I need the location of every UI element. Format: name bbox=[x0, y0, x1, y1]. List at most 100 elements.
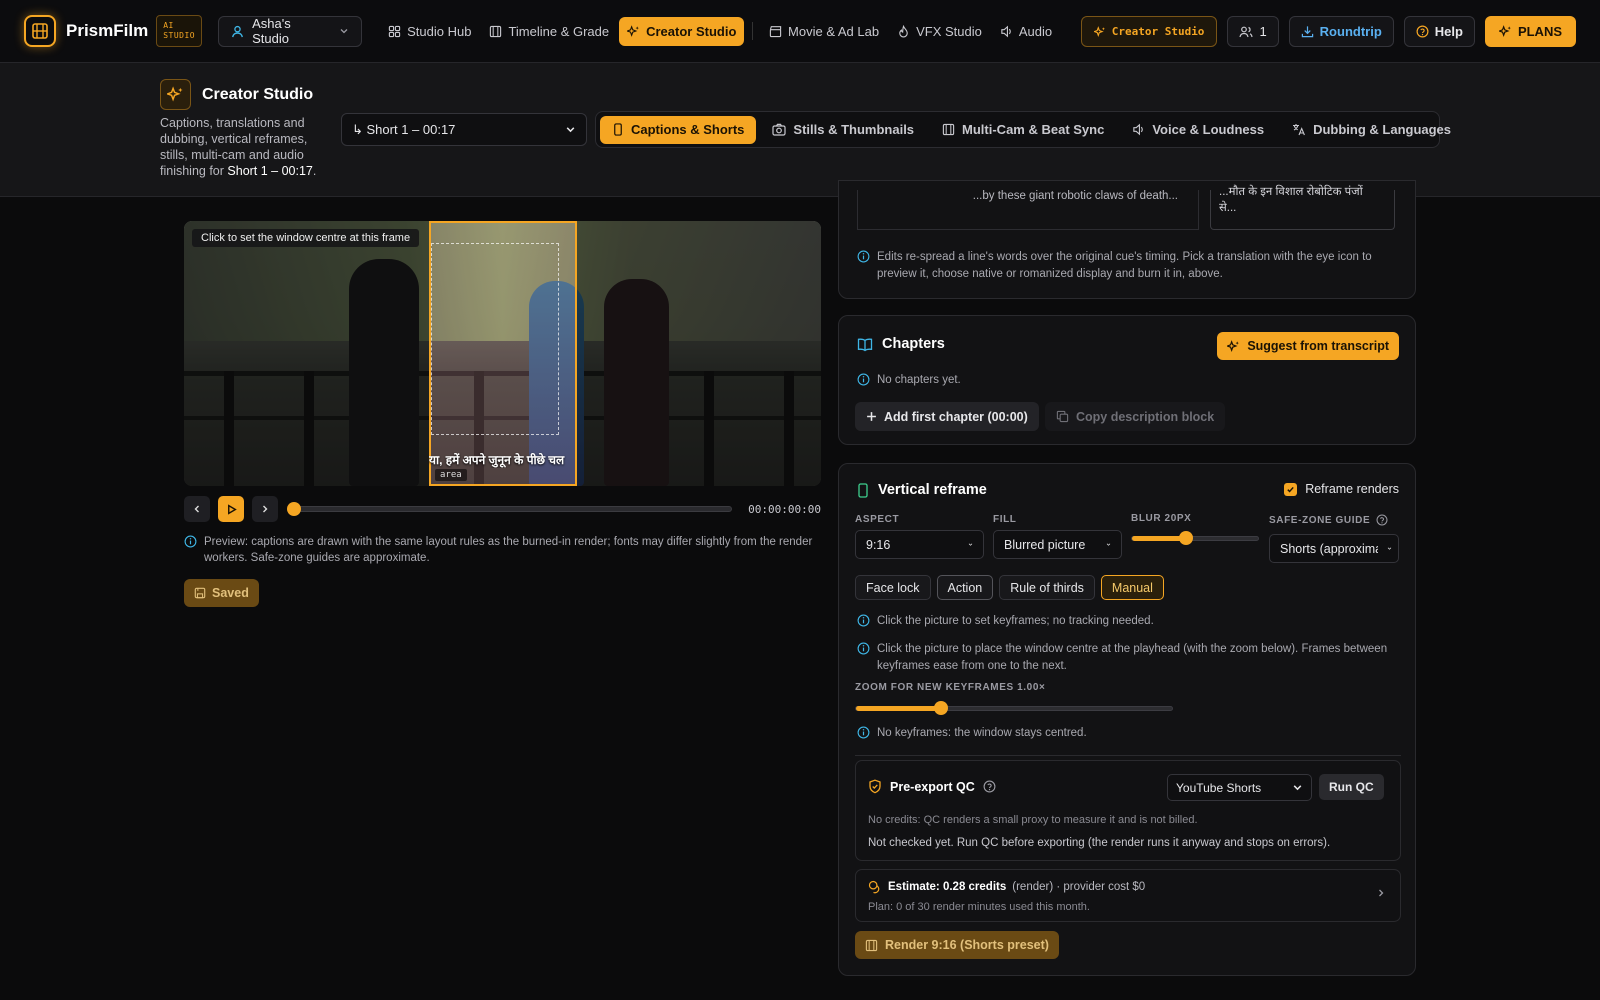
shield-check-icon bbox=[869, 779, 881, 794]
pre-export-qc: Pre-export QC YouTube Shorts Run QC No c… bbox=[855, 760, 1401, 861]
play-button[interactable] bbox=[218, 496, 244, 522]
saved-button[interactable]: Saved bbox=[184, 579, 259, 607]
source-caption-line[interactable]: ...by these giant robotic claws of death… bbox=[857, 190, 1199, 230]
qc-title: Pre-export QC bbox=[890, 779, 975, 794]
film-icon bbox=[942, 123, 955, 136]
play-icon bbox=[227, 503, 237, 515]
tab-stills-thumbnails[interactable]: Stills & Thumbnails bbox=[760, 116, 926, 144]
chapters-panel: Chapters Suggest from transcript No chap… bbox=[838, 315, 1416, 445]
tab-captions-shorts[interactable]: Captions & Shorts bbox=[600, 115, 757, 144]
collaborator-count: 1 bbox=[1259, 24, 1267, 39]
mode-manual[interactable]: Manual bbox=[1100, 575, 1164, 600]
roundtrip-button[interactable]: Roundtrip bbox=[1288, 16, 1394, 47]
creator-studio-button[interactable]: Creator Studio bbox=[1080, 16, 1218, 47]
render-button[interactable]: Render 9:16 (Shorts preset) bbox=[855, 931, 1059, 959]
chevron-down-icon bbox=[968, 543, 973, 546]
nav-vfx-studio[interactable]: VFX Studio bbox=[889, 17, 990, 46]
sparkles-icon bbox=[1498, 25, 1511, 37]
fill-select[interactable]: Blurred picture bbox=[993, 530, 1122, 559]
translate-icon bbox=[1293, 124, 1305, 136]
playhead-knob[interactable] bbox=[287, 502, 301, 516]
chapters-empty-text: No chapters yet. bbox=[877, 374, 961, 386]
short-select-value: ↳ Short 1 – 00:17 bbox=[352, 121, 456, 137]
short-selector[interactable]: ↳ Short 1 – 00:17 bbox=[341, 113, 587, 146]
nav-label: VFX Studio bbox=[916, 23, 982, 39]
help-circle-icon[interactable] bbox=[983, 780, 996, 793]
blur-slider-knob[interactable] bbox=[1179, 531, 1194, 545]
next-frame-button[interactable] bbox=[252, 496, 278, 522]
speaker-icon bbox=[1133, 123, 1144, 136]
main-nav: Studio Hub Timeline & Grade Creator Stud… bbox=[380, 16, 1060, 46]
download-icon bbox=[1301, 26, 1313, 38]
page-title: Creator Studio bbox=[202, 86, 314, 103]
brand-name: PrismFilm bbox=[66, 21, 149, 40]
nav-audio[interactable]: Audio bbox=[992, 17, 1060, 46]
nav-creator-studio[interactable]: Creator Studio bbox=[619, 16, 745, 46]
film-logo-icon[interactable] bbox=[24, 15, 56, 47]
reframe-preview[interactable]: या, हमें अपने जुनून के पीछे चल area Clic… bbox=[184, 221, 821, 486]
captions-translation-panel: ...by these giant robotic claws of death… bbox=[838, 180, 1416, 299]
studio-selector[interactable]: Asha's Studio bbox=[218, 15, 363, 47]
playback-controls: 00:00:00:00 bbox=[184, 496, 821, 522]
nav-timeline-grade[interactable]: Timeline & Grade bbox=[481, 17, 617, 46]
suggest-from-transcript-button[interactable]: Suggest from transcript bbox=[1217, 332, 1399, 360]
roundtrip-label: Roundtrip bbox=[1319, 24, 1382, 39]
prev-frame-button[interactable] bbox=[184, 496, 210, 522]
translation-textarea[interactable]: ...मौत के इन विशाल रोबोटिक पंजों से... bbox=[1210, 186, 1395, 230]
zoom-slider[interactable] bbox=[855, 701, 1173, 715]
blur-slider[interactable] bbox=[1131, 531, 1259, 545]
burned-caption: या, हमें अपने जुनून के पीछे चल bbox=[429, 453, 565, 467]
chevron-left-icon bbox=[194, 505, 199, 513]
aspect-label: ASPECT bbox=[855, 514, 900, 525]
qc-preset-select[interactable]: YouTube Shorts bbox=[1167, 774, 1312, 801]
copy-description-button[interactable]: Copy description block bbox=[1045, 402, 1226, 431]
add-first-chapter-button[interactable]: Add first chapter (00:00) bbox=[855, 402, 1039, 431]
studio-name: Asha's Studio bbox=[252, 16, 291, 46]
info-icon bbox=[857, 373, 870, 386]
safezone-select[interactable]: Shorts (approximate) bbox=[1269, 534, 1399, 563]
sparkles-icon bbox=[160, 79, 191, 110]
mode-action[interactable]: Action bbox=[936, 575, 994, 600]
reframe-renders-label: Reframe renders bbox=[1305, 482, 1399, 496]
reframe-window[interactable]: या, हमें अपने जुनून के पीछे चल area bbox=[429, 221, 577, 486]
qc-credits-note: No credits: QC renders a small proxy to … bbox=[868, 814, 1198, 826]
chevron-right-icon bbox=[263, 505, 268, 513]
suggest-label: Suggest from transcript bbox=[1247, 339, 1389, 353]
plans-button[interactable]: PLANS bbox=[1484, 16, 1576, 47]
nav-label: Studio Hub bbox=[407, 23, 472, 39]
tab-voice-loudness[interactable]: Voice & Loudness bbox=[1120, 116, 1276, 144]
reframe-renders-toggle[interactable]: Reframe renders bbox=[1284, 482, 1399, 496]
render-estimate[interactable]: Estimate: 0.28 credits (render) · provid… bbox=[855, 869, 1401, 922]
zoom-slider-knob[interactable] bbox=[934, 701, 949, 715]
reframe-mode-group: Face lock Action Rule of thirds Manual bbox=[855, 575, 1164, 600]
qc-preset-value: YouTube Shorts bbox=[1176, 780, 1262, 795]
checkbox-checked-icon[interactable] bbox=[1284, 482, 1298, 496]
collaborators-button[interactable]: 1 bbox=[1227, 16, 1279, 47]
reframe-info-playhead: Click the picture to place the window ce… bbox=[857, 641, 1403, 675]
render-button-label: Render 9:16 (Shorts preset) bbox=[885, 938, 1049, 952]
mode-face-lock[interactable]: Face lock bbox=[855, 575, 931, 600]
tab-dubbing-languages[interactable]: Dubbing & Languages bbox=[1280, 116, 1463, 144]
nav-separator bbox=[752, 22, 754, 40]
preview-note-text: Preview: captions are drawn with the sam… bbox=[204, 536, 813, 564]
help-circle-icon[interactable] bbox=[1376, 514, 1388, 526]
help-button[interactable]: Help bbox=[1403, 16, 1475, 47]
chevron-down-icon bbox=[1106, 543, 1111, 546]
user-icon bbox=[232, 25, 244, 37]
aspect-select[interactable]: 9:16 bbox=[855, 530, 984, 559]
section-divider bbox=[855, 755, 1401, 756]
creator-studio-header: Creator Studio Captions, translations an… bbox=[0, 63, 1600, 197]
desc-suffix: . bbox=[312, 164, 317, 178]
reframe-info-keyframes: Click the picture to set keyframes; no t… bbox=[857, 613, 1154, 629]
blur-slider-fill bbox=[1132, 536, 1187, 541]
mode-rule-of-thirds[interactable]: Rule of thirds bbox=[999, 575, 1095, 600]
info-icon bbox=[857, 726, 870, 739]
coins-icon bbox=[868, 880, 880, 894]
tab-multicam-beat-sync[interactable]: Multi-Cam & Beat Sync bbox=[930, 116, 1116, 144]
nav-studio-hub[interactable]: Studio Hub bbox=[380, 17, 479, 46]
timeline-scrubber[interactable] bbox=[287, 502, 733, 516]
preview-note: Preview: captions are drawn with the sam… bbox=[184, 534, 821, 566]
reframe-info1-text: Click the picture to set keyframes; no t… bbox=[877, 615, 1154, 627]
run-qc-button[interactable]: Run QC bbox=[1319, 774, 1384, 800]
nav-movie-ad-lab[interactable]: Movie & Ad Lab bbox=[761, 17, 887, 46]
